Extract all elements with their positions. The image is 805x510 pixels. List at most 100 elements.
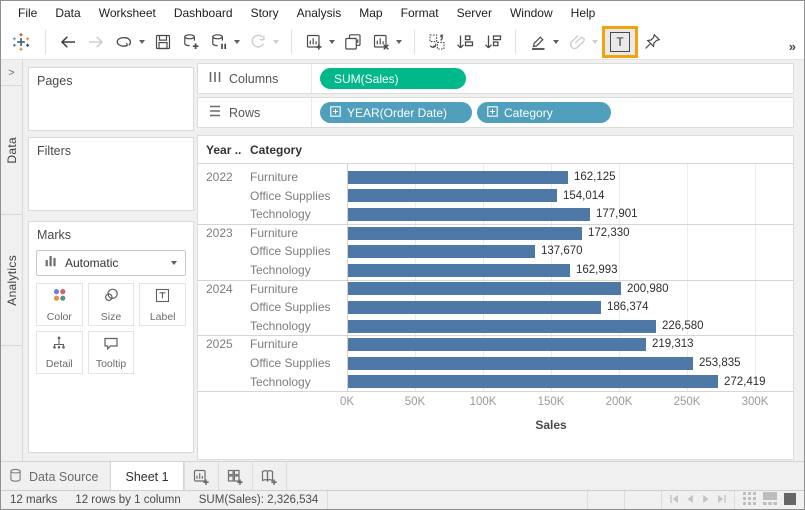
replay-button[interactable] <box>110 28 138 56</box>
row-category-label[interactable]: Office Supplies <box>250 298 331 317</box>
redo-button[interactable] <box>82 28 110 56</box>
expand-plus-icon[interactable] <box>487 106 498 120</box>
detail-button[interactable]: Detail <box>36 331 83 374</box>
tooltip-button[interactable]: Tooltip <box>88 331 135 374</box>
swap-rows-columns-button[interactable] <box>423 28 451 56</box>
pill-year-order-date[interactable]: YEAR(Order Date) <box>320 102 472 123</box>
sort-descending-button[interactable] <box>479 28 507 56</box>
sheet-tab-sheet-1[interactable]: Sheet 1 <box>110 462 183 492</box>
rows-shelf[interactable]: Rows YEAR(Order Date) Category <box>197 97 794 128</box>
show-tabs-icon[interactable] <box>784 493 796 508</box>
tab-data[interactable]: Data <box>1 86 22 215</box>
bar-mark[interactable] <box>348 338 646 351</box>
menu-data[interactable]: Data <box>46 1 89 25</box>
pause-auto-updates-dropdown-caret[interactable] <box>234 40 240 44</box>
menu-dashboard[interactable]: Dashboard <box>165 1 242 25</box>
row-category-label[interactable]: Technology <box>250 317 311 336</box>
row-category-label[interactable]: Furniture <box>250 280 298 299</box>
replay-dropdown-caret[interactable] <box>139 40 145 44</box>
run-auto-updates-dropdown-caret[interactable] <box>273 40 279 44</box>
paperclip-button[interactable] <box>563 28 591 56</box>
duplicate-sheet-button[interactable] <box>339 28 367 56</box>
row-category-label[interactable]: Office Supplies <box>250 242 331 261</box>
row-category-label[interactable]: Technology <box>250 261 311 280</box>
new-story-tab-button[interactable] <box>253 462 287 492</box>
marks-card: Marks Automatic Color Size Label Detail <box>28 221 194 453</box>
pill-category[interactable]: Category <box>477 102 611 123</box>
filmstrip-icon[interactable] <box>763 492 777 508</box>
bar-mark[interactable] <box>348 171 568 184</box>
row-category-label[interactable]: Furniture <box>250 168 298 187</box>
menu-format[interactable]: Format <box>392 1 448 25</box>
columns-shelf-label: Columns <box>198 64 312 93</box>
mark-type-dropdown[interactable]: Automatic <box>36 250 186 276</box>
bar-mark[interactable] <box>348 227 582 240</box>
filters-shelf[interactable]: Filters <box>28 137 194 211</box>
highlight-dropdown-caret[interactable] <box>553 40 559 44</box>
bar-mark[interactable] <box>348 301 601 314</box>
collapse-pane-button[interactable]: > <box>1 60 22 86</box>
undo-button[interactable] <box>54 28 82 56</box>
new-worksheet-button[interactable] <box>300 28 328 56</box>
columns-shelf[interactable]: Columns SUM(Sales) <box>197 63 794 94</box>
row-category-label[interactable]: Technology <box>250 373 311 392</box>
row-category-label[interactable]: Furniture <box>250 335 298 354</box>
menu-story[interactable]: Story <box>242 1 288 25</box>
save-button[interactable] <box>149 28 177 56</box>
pages-shelf[interactable]: Pages <box>28 67 194 131</box>
menu-help[interactable]: Help <box>562 1 605 25</box>
last-page-icon[interactable] <box>716 493 728 508</box>
clear-sheet-button[interactable] <box>367 28 395 56</box>
menu-window[interactable]: Window <box>501 1 562 25</box>
paperclip-dropdown-caret[interactable] <box>592 40 598 44</box>
bar-mark[interactable] <box>348 357 693 370</box>
highlight-button[interactable] <box>524 28 552 56</box>
row-year-label[interactable]: 2022 <box>206 168 233 187</box>
bar-mark[interactable] <box>348 245 535 258</box>
bar-mark[interactable] <box>348 320 656 333</box>
clear-sheet-dropdown-caret[interactable] <box>396 40 402 44</box>
new-data-source-button[interactable] <box>177 28 205 56</box>
new-worksheet-tab-button[interactable] <box>184 462 219 492</box>
pill-sum-sales[interactable]: SUM(Sales) <box>320 68 466 89</box>
bar-mark[interactable] <box>348 375 718 388</box>
toolbar-more-button[interactable]: » <box>789 39 796 54</box>
bar-mark[interactable] <box>348 282 621 295</box>
row-category-label[interactable]: Furniture <box>250 224 298 243</box>
header-category[interactable]: Category <box>250 143 302 157</box>
menu-server[interactable]: Server <box>448 1 501 25</box>
row-category-label[interactable]: Technology <box>250 205 311 224</box>
fix-axes-button[interactable] <box>638 28 666 56</box>
pause-auto-updates-button[interactable] <box>205 28 233 56</box>
previous-page-icon[interactable] <box>684 493 696 508</box>
tab-data-source[interactable]: Data Source <box>1 462 110 492</box>
expand-plus-icon[interactable] <box>330 106 341 120</box>
bar-mark[interactable] <box>348 208 590 221</box>
new-worksheet-dropdown-caret[interactable] <box>329 40 335 44</box>
bar-value-label: 172,330 <box>588 224 630 243</box>
bar-mark[interactable] <box>348 264 570 277</box>
sort-ascending-button[interactable] <box>451 28 479 56</box>
header-year[interactable]: Year .. <box>206 143 241 157</box>
tab-analytics[interactable]: Analytics <box>1 215 22 346</box>
size-button[interactable]: Size <box>88 283 135 326</box>
next-page-icon[interactable] <box>700 493 712 508</box>
bar-mark[interactable] <box>348 189 557 202</box>
new-dashboard-tab-button[interactable] <box>219 462 253 492</box>
row-category-label[interactable]: Office Supplies <box>250 354 331 373</box>
sheet-sorter-icon[interactable] <box>743 492 756 508</box>
menu-map[interactable]: Map <box>350 1 391 25</box>
row-year-label[interactable]: 2024 <box>206 280 233 299</box>
menu-worksheet[interactable]: Worksheet <box>90 1 165 25</box>
show-mark-labels-button[interactable]: T <box>602 26 638 58</box>
label-button[interactable]: Label <box>139 283 186 326</box>
color-button[interactable]: Color <box>36 283 83 326</box>
menu-analysis[interactable]: Analysis <box>288 1 351 25</box>
row-year-label[interactable]: 2025 <box>206 335 233 354</box>
first-page-icon[interactable] <box>668 493 680 508</box>
row-year-label[interactable]: 2023 <box>206 224 233 243</box>
row-category-label[interactable]: Office Supplies <box>250 187 331 206</box>
run-auto-updates-button[interactable] <box>244 28 272 56</box>
axis-title[interactable]: Sales <box>521 418 581 432</box>
menu-file[interactable]: File <box>9 1 46 25</box>
